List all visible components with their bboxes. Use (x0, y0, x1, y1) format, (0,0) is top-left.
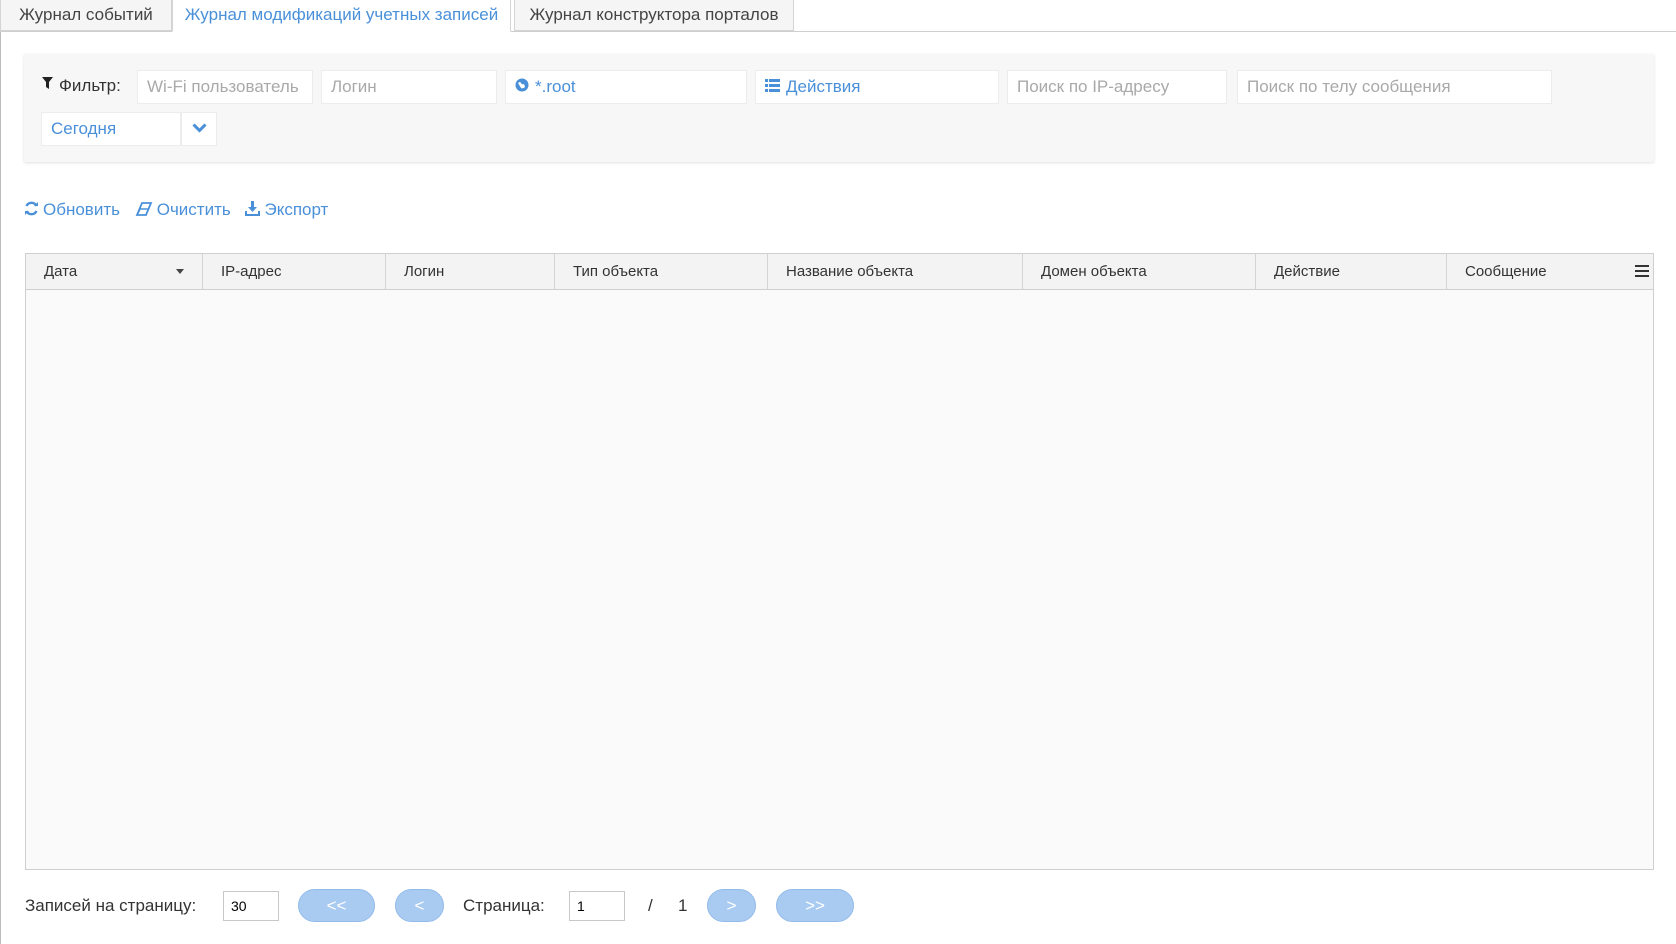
column-header-label: Тип объекта (573, 263, 659, 280)
column-header-action[interactable]: Действие (1256, 254, 1447, 289)
period-dropdown-button[interactable] (181, 112, 217, 146)
tab-event-log[interactable]: Журнал событий (0, 0, 172, 31)
filter-label: Фильтр: (42, 76, 121, 96)
column-header-label: IP-адрес (221, 263, 282, 280)
column-header-label: Сообщение (1465, 263, 1547, 280)
column-header-message[interactable]: Сообщение (1447, 254, 1654, 289)
column-header-label: Действие (1274, 263, 1340, 280)
clear-button[interactable]: Очистить (135, 200, 231, 221)
wifi-user-field[interactable] (137, 70, 313, 104)
message-search-input[interactable] (1247, 72, 1551, 102)
last-page-button[interactable]: >> (776, 889, 854, 922)
clear-label: Очистить (156, 200, 231, 219)
domain-selector[interactable]: *.root (505, 70, 747, 104)
login-input[interactable] (331, 72, 496, 102)
eraser-icon (135, 201, 153, 221)
column-header-label: Домен объекта (1041, 263, 1147, 280)
download-icon (245, 201, 261, 221)
wifi-user-input[interactable] (147, 72, 312, 102)
column-header-object-name[interactable]: Название объекта (768, 254, 1023, 289)
total-pages: 1 (678, 896, 688, 915)
column-menu-icon[interactable] (1635, 265, 1649, 280)
message-search-field[interactable] (1237, 70, 1552, 104)
export-label: Экспорт (264, 200, 329, 219)
page-label: Страница: (463, 896, 545, 915)
column-header-label: Дата (44, 263, 78, 280)
page-field[interactable] (569, 891, 625, 921)
column-header-object-domain[interactable]: Домен объекта (1023, 254, 1256, 289)
period-value: Сегодня (51, 119, 117, 138)
tab-account-modification-log[interactable]: Журнал модификаций учетных записей (172, 0, 511, 32)
log-toolbar: Обновить Очистить Экспорт (24, 200, 338, 221)
ip-search-input[interactable] (1017, 72, 1226, 102)
window-left-border (0, 0, 1, 944)
column-header-label: Логин (404, 263, 445, 280)
column-header-ip[interactable]: IP-адрес (203, 254, 386, 289)
export-button[interactable]: Экспорт (245, 200, 328, 221)
column-header-login[interactable]: Логин (386, 254, 555, 289)
tab-portal-constructor-log[interactable]: Журнал конструктора порталов (514, 0, 794, 31)
table-header: Дата IP-адрес Логин Тип объекта Название… (26, 254, 1653, 290)
next-page-button[interactable]: > (707, 889, 756, 922)
page-separator: / (648, 896, 653, 915)
filter-label-text: Фильтр: (59, 76, 121, 95)
per-page-input[interactable] (231, 892, 278, 920)
sort-desc-icon (176, 269, 184, 274)
filter-icon (42, 77, 53, 92)
domain-value: *.root (535, 77, 576, 96)
actions-selector[interactable]: Действия (755, 70, 999, 104)
column-header-date[interactable]: Дата (26, 254, 203, 289)
column-header-label: Название объекта (786, 263, 914, 280)
log-table: Дата IP-адрес Логин Тип объекта Название… (25, 253, 1654, 870)
globe-icon (515, 71, 529, 103)
tab-bar: Журнал событий Журнал модификаций учетны… (0, 0, 1676, 32)
period-select[interactable]: Сегодня (41, 112, 181, 146)
chevron-down-icon (192, 123, 207, 133)
per-page-label: Записей на страницу: (25, 896, 197, 915)
actions-value: Действия (786, 77, 861, 96)
refresh-icon (24, 201, 39, 221)
list-icon (765, 71, 780, 103)
per-page-field[interactable] (223, 891, 279, 921)
refresh-button[interactable]: Обновить (24, 200, 120, 221)
login-field[interactable] (321, 70, 497, 104)
ip-search-field[interactable] (1007, 70, 1227, 104)
page-input[interactable] (577, 892, 624, 920)
refresh-label: Обновить (43, 200, 120, 219)
prev-page-button[interactable]: < (395, 889, 444, 922)
first-page-button[interactable]: << (298, 889, 375, 922)
column-header-object-type[interactable]: Тип объекта (555, 254, 768, 289)
